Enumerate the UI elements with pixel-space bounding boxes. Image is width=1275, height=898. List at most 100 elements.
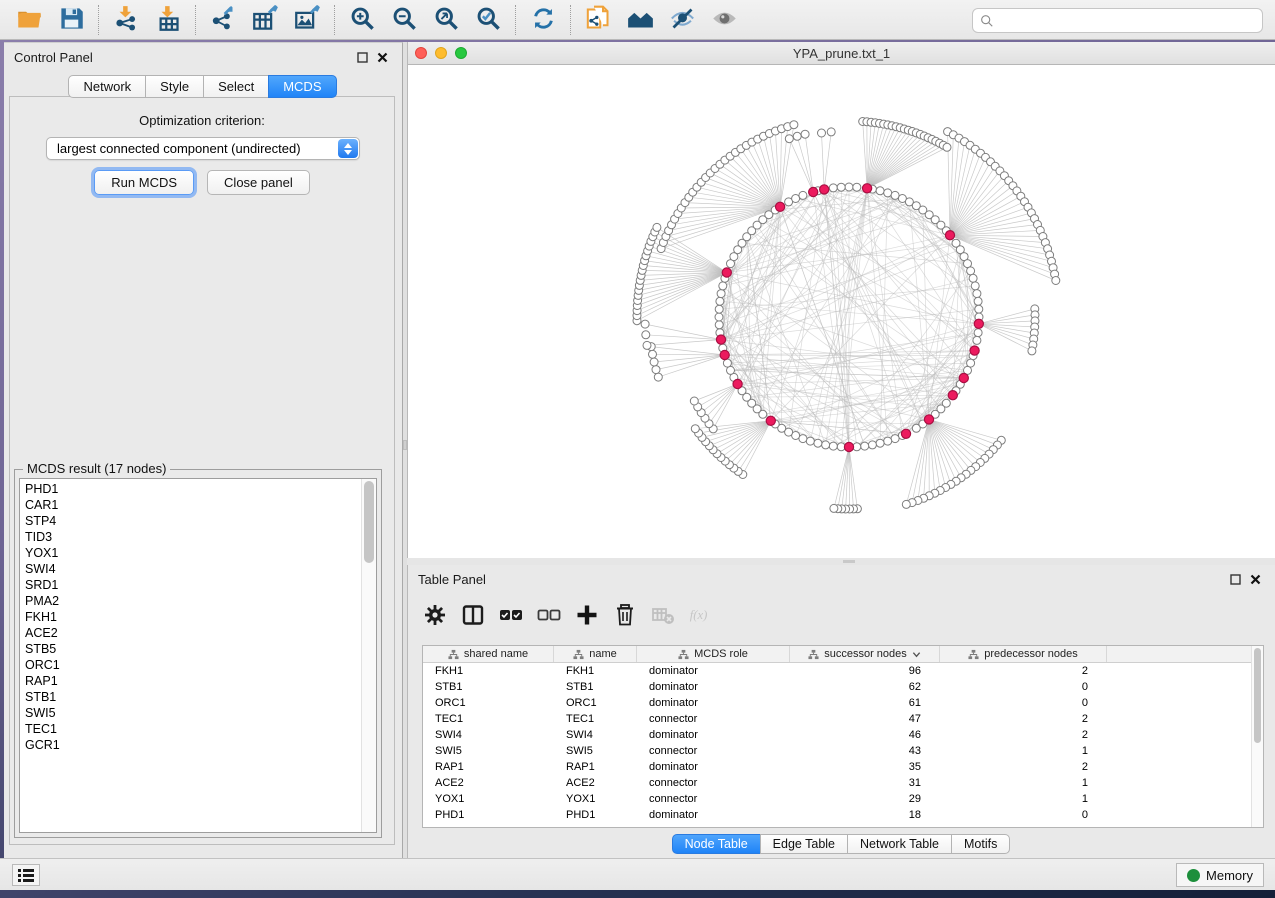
mcds-result-item[interactable]: STP4 [20,513,360,529]
table-row[interactable]: ACE2ACE2connector311 [423,775,1251,791]
graph-node[interactable] [792,195,800,203]
graph-node[interactable] [643,341,651,349]
graph-node[interactable] [973,290,981,298]
graph-node[interactable] [715,313,723,321]
mcds-result-item[interactable]: RAP1 [20,673,360,689]
tab-mcds[interactable]: MCDS [268,75,336,98]
table-row[interactable]: SWI4SWI4dominator462 [423,727,1251,743]
table-settings-button[interactable] [418,599,452,633]
graph-node[interactable] [715,321,723,329]
graph-node[interactable] [723,359,731,367]
mcds-result-item[interactable]: CAR1 [20,497,360,513]
graph-node[interactable] [829,442,837,450]
refresh-layout-button[interactable] [522,3,564,37]
tab-node-table[interactable]: Node Table [672,834,761,854]
graph-node[interactable] [868,441,876,449]
graph-hub-node[interactable] [766,416,775,425]
graph-node[interactable] [801,130,809,138]
graph-node[interactable] [845,183,853,191]
close-table-panel-button[interactable] [1245,569,1265,589]
graph-node[interactable] [650,358,658,366]
graph-node[interactable] [799,191,807,199]
graph-node[interactable] [967,359,975,367]
export-network-button[interactable] [202,3,244,37]
mcds-result-item[interactable]: STB1 [20,689,360,705]
graph-hub-node[interactable] [948,391,957,400]
panel-list-button[interactable] [12,864,40,886]
graph-node[interactable] [827,128,835,136]
select-all-button[interactable] [494,599,528,633]
graph-hub-node[interactable] [776,202,785,211]
graph-node[interactable] [806,437,814,445]
table-row[interactable]: PHD1PHD1dominator180 [423,807,1251,823]
close-panel-button-2[interactable]: Close panel [207,170,310,195]
close-panel-button[interactable] [372,47,392,67]
column-header-name[interactable]: name [554,646,637,662]
mcds-result-item[interactable]: ACE2 [20,625,360,641]
mcds-result-item[interactable]: FKH1 [20,609,360,625]
graph-hub-node[interactable] [844,442,853,451]
table-row[interactable]: STB1STB1dominator620 [423,679,1251,695]
graph-node[interactable] [829,184,837,192]
graph-node[interactable] [967,267,975,275]
graph-node[interactable] [715,305,723,313]
graph-node[interactable] [884,189,892,197]
tab-network-table[interactable]: Network Table [847,834,952,854]
graph-node[interactable] [716,297,724,305]
tab-edge-table[interactable]: Edge Table [760,834,848,854]
zoom-out-button[interactable] [383,3,425,37]
import-network-button[interactable] [105,3,147,37]
mcds-result-item[interactable]: ORC1 [20,657,360,673]
graph-node[interactable] [902,500,910,508]
first-neighbors-button[interactable] [619,3,661,37]
graph-hub-node[interactable] [945,231,954,240]
graph-hub-node[interactable] [733,379,742,388]
table-row[interactable]: SWI5SWI5connector431 [423,743,1251,759]
graph-hub-node[interactable] [820,185,829,194]
mcds-result-item[interactable]: SRD1 [20,577,360,593]
graph-node[interactable] [727,366,735,374]
open-session-button[interactable] [8,3,50,37]
graph-node[interactable] [649,350,657,358]
run-mcds-button[interactable]: Run MCDS [94,170,194,195]
table-row[interactable]: YOX1YOX1connector291 [423,791,1251,807]
table-row[interactable]: TEC1TEC1connector472 [423,711,1251,727]
graph-node[interactable] [876,187,884,195]
graph-node[interactable] [969,274,977,282]
memory-button[interactable]: Memory [1176,863,1264,887]
graph-node[interactable] [853,183,861,191]
zoom-selected-button[interactable] [467,3,509,37]
graph-node[interactable] [717,290,725,298]
show-all-button[interactable] [703,3,745,37]
column-header-shared-name[interactable]: shared name [423,646,554,662]
table-row[interactable]: FKH1FKH1dominator962 [423,663,1251,679]
table-row[interactable]: ORC1ORC1dominator610 [423,695,1251,711]
tab-style[interactable]: Style [145,75,204,98]
graph-node[interactable] [641,320,649,328]
graph-node[interactable] [793,132,801,140]
mcds-result-item[interactable]: STB5 [20,641,360,657]
graph-hub-node[interactable] [722,268,731,277]
mcds-result-item[interactable]: SWI4 [20,561,360,577]
graph-node[interactable] [973,336,981,344]
table-row[interactable]: RAP1RAP1dominator352 [423,759,1251,775]
graph-node[interactable] [785,135,793,143]
graph-node[interactable] [1028,347,1036,355]
graph-node[interactable] [654,373,662,381]
add-column-button[interactable] [570,599,604,633]
save-session-button[interactable] [50,3,92,37]
float-table-panel-button[interactable] [1225,569,1245,589]
graph-node[interactable] [876,439,884,447]
graph-node[interactable] [830,504,838,512]
graph-hub-node[interactable] [924,415,933,424]
tab-select[interactable]: Select [203,75,269,98]
mcds-result-item[interactable]: PMA2 [20,593,360,609]
column-header-mcds-role[interactable]: MCDS role [637,646,790,662]
graph-node[interactable] [818,129,826,137]
mcds-result-item[interactable]: PHD1 [20,481,360,497]
export-image-button[interactable] [286,3,328,37]
mcds-result-item[interactable]: GCR1 [20,737,360,753]
graph-hub-node[interactable] [863,184,872,193]
delete-columns-button[interactable] [608,599,642,633]
graph-node[interactable] [912,424,920,432]
